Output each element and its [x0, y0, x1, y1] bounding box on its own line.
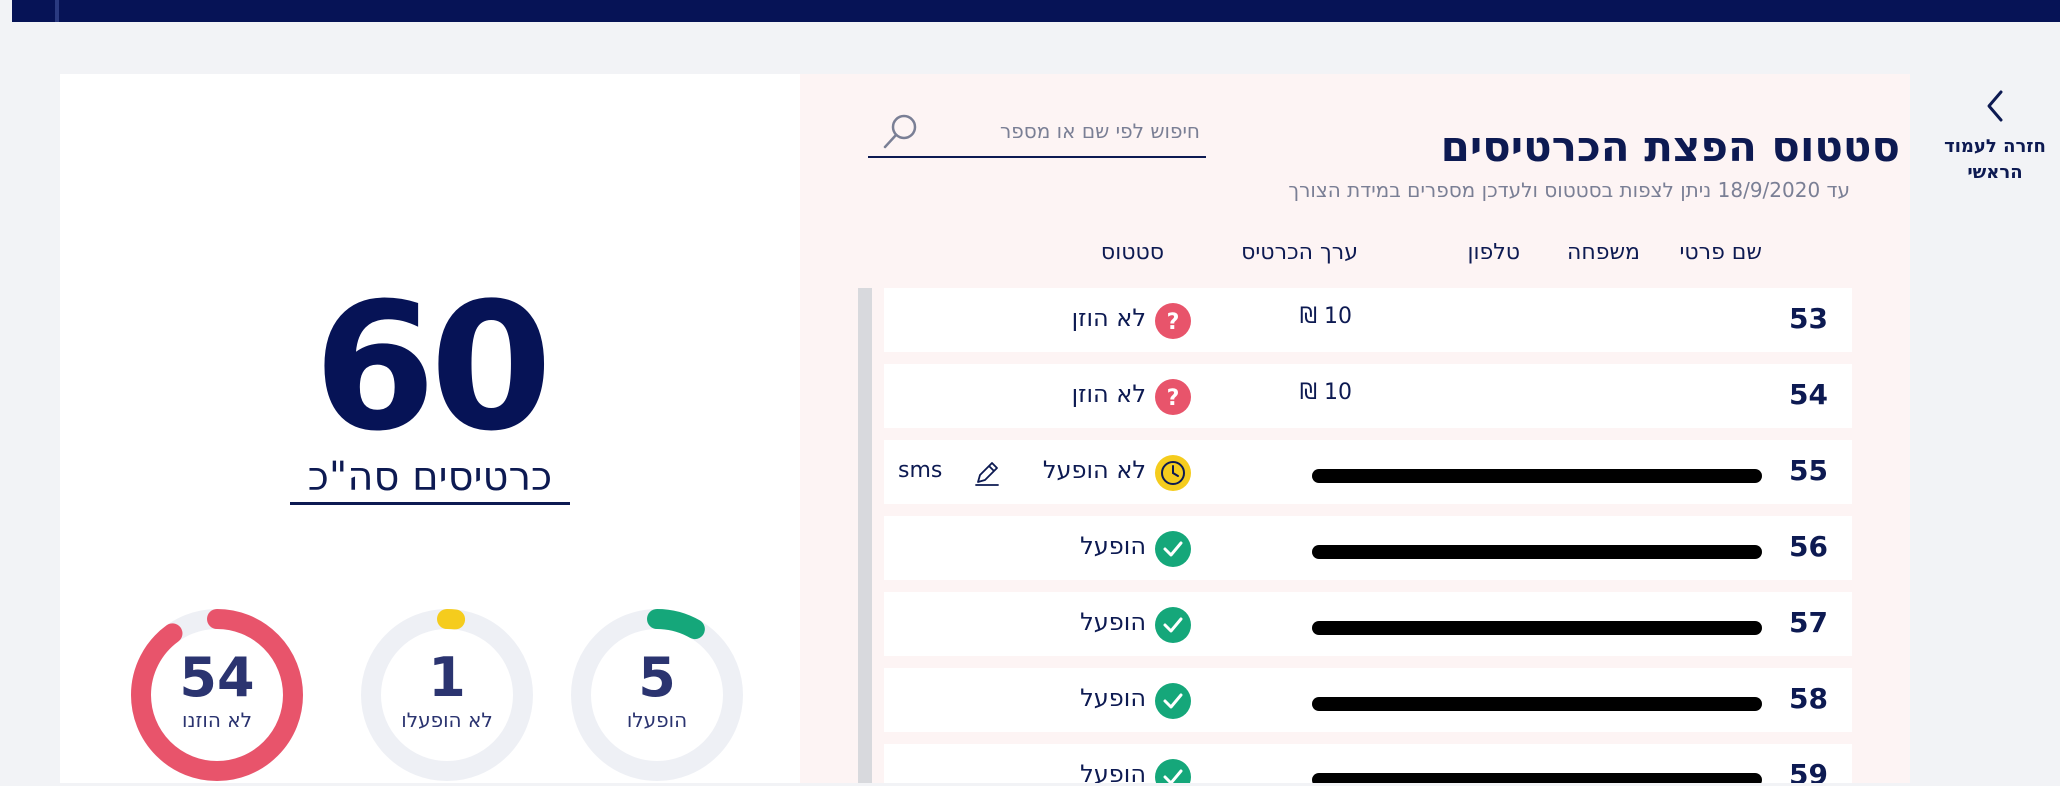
column-header-card-value: ערך הכרטיס [1241, 240, 1358, 265]
topbar-notch [55, 0, 59, 22]
table-row: 58 הופעל [884, 668, 1852, 732]
check-icon [1155, 683, 1191, 719]
redaction-mark [1312, 469, 1762, 483]
ring-label: לא הוזנו [182, 708, 252, 732]
svg-text:?: ? [1167, 310, 1180, 335]
clock-icon [1155, 455, 1191, 491]
ring-count: 1 [428, 646, 466, 709]
search-icon[interactable] [880, 112, 920, 152]
total-cards-count: 60 [313, 265, 553, 470]
ring-label: לא הופעלו [401, 708, 493, 732]
ring-count: 5 [638, 646, 676, 709]
back-label-line2: הראשי [1967, 162, 2023, 183]
redaction-mark [1312, 545, 1762, 559]
table-row: 54 10 ₪ ? לא הוזן [884, 364, 1852, 428]
chevron-left-icon [1987, 90, 2003, 122]
column-header-last-name: משפחה [1566, 240, 1640, 265]
table-row: 57 הופעל [884, 592, 1852, 656]
table-row: 53 10 ₪ ? לא הוזן [884, 288, 1852, 352]
table-row: 59 הופעל [884, 744, 1852, 783]
ring-count: 54 [179, 646, 255, 709]
check-icon [1155, 759, 1191, 783]
status-label: הופעל [1080, 684, 1146, 712]
row-number: 55 [1789, 454, 1828, 487]
svg-text:?: ? [1167, 386, 1180, 411]
status-label: הופעל [1080, 760, 1146, 783]
search-input[interactable] [948, 114, 1200, 148]
question-mark-icon: ? [1155, 303, 1191, 339]
column-header-status: סטטוס [1100, 240, 1164, 265]
status-label: לא הוזן [1071, 380, 1146, 408]
page-subtitle: עד 18/9/2020 ניתן לצפות בסטטוס ולעדכן מס… [1288, 178, 1850, 202]
redaction-mark [1312, 773, 1762, 783]
status-label: הופעל [1080, 608, 1146, 636]
back-to-home-button[interactable]: חזרה לעמוד הראשי [1940, 80, 2050, 200]
column-header-first-name: שם פרטי [1679, 240, 1762, 265]
redaction-mark [1312, 621, 1762, 635]
total-cards-label[interactable]: כרטיסים סה"כ [290, 454, 570, 505]
row-number: 58 [1789, 682, 1828, 715]
table-scrollbar[interactable] [858, 288, 872, 783]
check-icon [1155, 607, 1191, 643]
topbar-gap [0, 0, 12, 22]
check-icon [1155, 531, 1191, 567]
redaction-mark [1312, 697, 1762, 711]
table-row: 56 הופעל [884, 516, 1852, 580]
status-label: הופעל [1080, 532, 1146, 560]
row-number: 59 [1789, 758, 1828, 783]
search-box [868, 108, 1206, 158]
page-title: סטטוס הפצת הכרטיסים [1440, 122, 1900, 171]
sms-link[interactable]: sms [898, 458, 942, 483]
row-number: 57 [1789, 606, 1828, 639]
ring-label: הופעלו [626, 708, 688, 732]
row-number: 56 [1789, 530, 1828, 563]
column-header-phone: טלפון [1467, 240, 1521, 265]
status-label: לא הוזן [1071, 304, 1146, 332]
top-navigation-bar [0, 0, 2060, 22]
row-number: 53 [1789, 302, 1828, 335]
status-label: לא הופעל [1042, 456, 1146, 484]
back-label-line1: חזרה לעמוד [1944, 136, 2046, 157]
card-value: 10 ₪ [1299, 304, 1352, 329]
back-to-home-label: חזרה לעמוד הראשי [1940, 134, 2050, 186]
card-value: 10 ₪ [1299, 380, 1352, 405]
pencil-icon[interactable] [972, 458, 1002, 488]
row-number: 54 [1789, 378, 1828, 411]
question-mark-icon: ? [1155, 379, 1191, 415]
table-row: 55 לא הופעל sms [884, 440, 1852, 504]
